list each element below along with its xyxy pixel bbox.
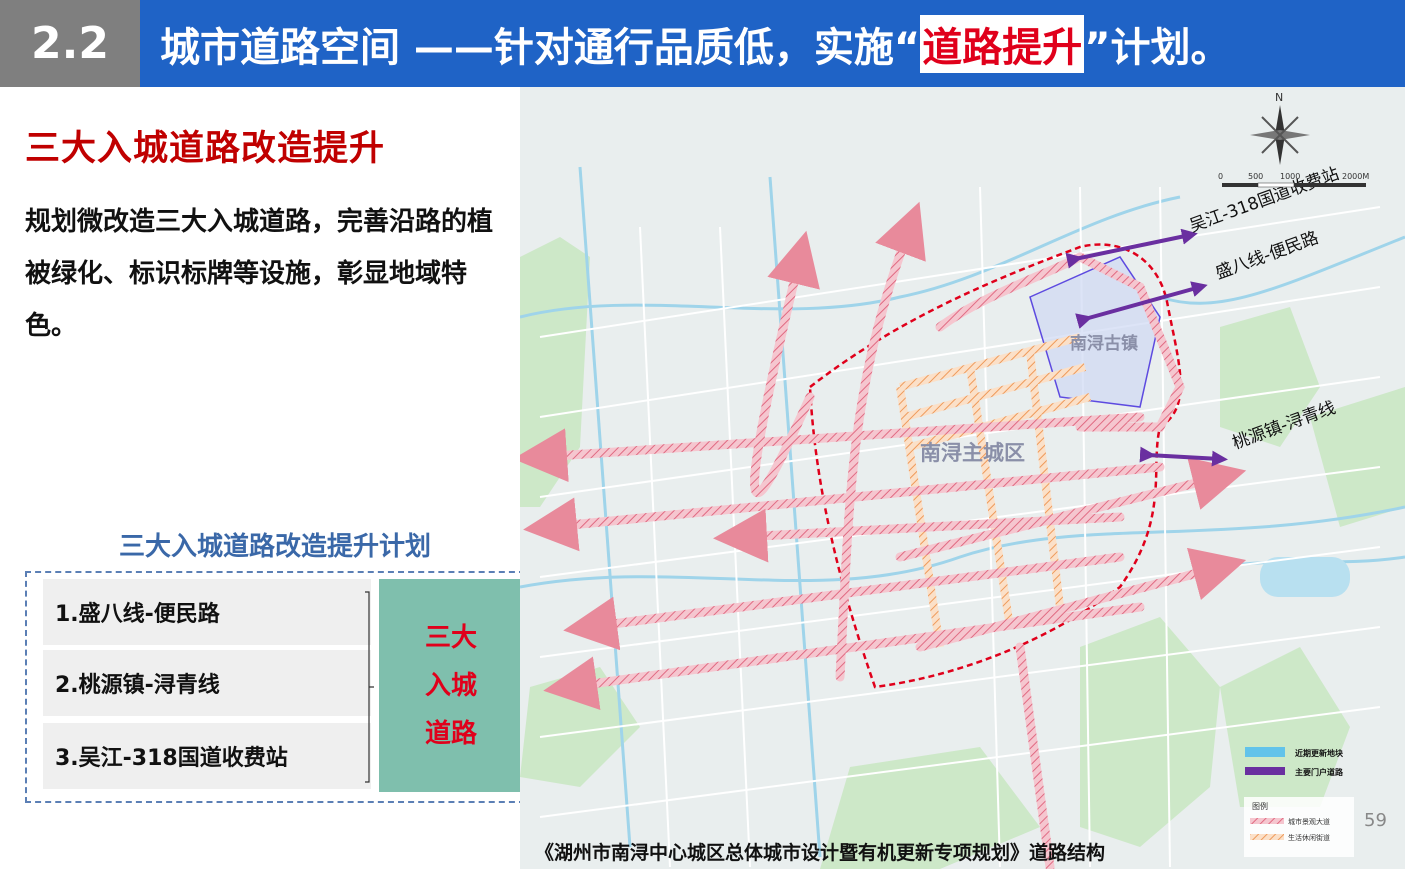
title-suffix: ”计划。 [1084, 24, 1231, 71]
main-city-label: 南浔主城区 [920, 441, 1025, 465]
legend-gateway-label: 主要门户道路 [1295, 767, 1344, 777]
compass-north-label: N [1275, 91, 1283, 104]
brace-connector [365, 591, 374, 783]
title-highlight: 道路提升 [920, 14, 1085, 73]
lake [1260, 557, 1350, 597]
plan-item-2: 2.桃源镇-浔青线 [43, 650, 371, 716]
tag-line-2: 入城 [424, 670, 477, 701]
body-paragraph: 规划微改造三大入城道路，完善沿路的植被绿化、标识标牌等设施，彰显地域特色。 [25, 207, 494, 341]
legend-update-label: 近期更新地块 [1295, 748, 1344, 758]
scale-label-2000: 2000M [1342, 172, 1369, 181]
plan-item-1: 1.盛八线-便民路 [43, 579, 371, 645]
tag-line-1: 三大 [424, 622, 477, 653]
legend-gateway-swatch [1245, 767, 1285, 775]
plan-box: 1.盛八线-便民路 2.桃源镇-浔青线 3.吴江-318国道收费站 三大 入城 … [25, 571, 525, 803]
plan-title: 三大入城道路改造提升计划 [118, 532, 431, 562]
scale-label-0: 0 [1218, 172, 1223, 181]
tag-line-3: 道路 [424, 718, 477, 749]
plan-item-3: 3.吴江-318国道收费站 [43, 723, 371, 789]
road-structure-map: 南浔古镇 南浔主城区 吴江-318国道收费站 盛八线-便民路 桃源镇-浔青线 N… [520, 87, 1405, 869]
map-caption: 《湖州市南浔中心城区总体城市设计暨有机更新专项规划》道路结构 [535, 842, 1106, 864]
legend-title: 图例 [1252, 801, 1268, 811]
legend-leisure-label: 生活休闲街道 [1288, 833, 1330, 842]
scale-bar [1222, 182, 1366, 188]
title-prefix: 城市道路空间 ——针对通行品质低，实施“ [160, 24, 921, 71]
map-svg: 南浔古镇 南浔主城区 吴江-318国道收费站 盛八线-便民路 桃源镇-浔青线 N… [520, 87, 1405, 869]
section-heading: 三大入城道路改造提升 [25, 129, 386, 169]
section-number: 2.2 [0, 0, 140, 87]
page-number: 59 [1364, 810, 1387, 831]
old-town-label: 南浔古镇 [1070, 333, 1138, 354]
legend-update-swatch [1245, 747, 1285, 757]
scale-label-1000: 1000 [1280, 172, 1300, 181]
scale-label-500: 500 [1248, 172, 1263, 181]
three-roads-tag: 三大 入城 道路 [379, 579, 523, 792]
legend-avenue-label: 城市景观大道 [1288, 817, 1330, 826]
slide-title: 城市道路空间 ——针对通行品质低，实施“ 道路提升 ”计划。 [140, 0, 1405, 87]
